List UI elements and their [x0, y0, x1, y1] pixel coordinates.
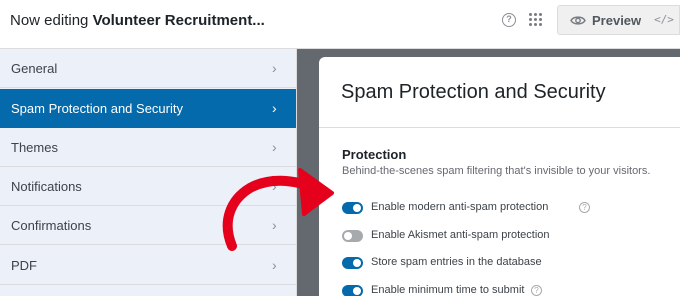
help-icon[interactable]: ?: [579, 202, 590, 213]
toggle-knob: [344, 232, 352, 240]
sidebar-item-spam-protection[interactable]: Spam Protection and Security ›: [0, 89, 296, 128]
toggle-knob: [353, 204, 361, 212]
option-modern-anti-spam: Enable modern anti-spam protection ?: [342, 200, 672, 216]
sidebar-item-general[interactable]: General ›: [0, 49, 296, 88]
sidebar-item-label: General: [11, 61, 58, 76]
section-description: Behind-the-scenes spam filtering that's …: [342, 165, 651, 177]
main-panel: Spam Protection and Security Protection …: [297, 49, 680, 296]
chevron-right-icon: ›: [272, 139, 277, 155]
toggle-switch[interactable]: [342, 257, 363, 269]
sidebar-item-label: Themes: [11, 140, 58, 155]
option-minimum-time: Enable minimum time to submit ?: [342, 283, 672, 296]
sidebar-item-themes[interactable]: Themes ›: [0, 128, 296, 167]
chevron-right-icon: ›: [272, 178, 277, 194]
form-name[interactable]: Volunteer Recruitment...: [93, 12, 265, 29]
settings-card: Spam Protection and Security Protection …: [319, 57, 680, 296]
toggle-knob: [353, 287, 361, 295]
help-icon[interactable]: ?: [502, 13, 516, 27]
sidebar-item-label: Notifications: [11, 179, 82, 194]
section-title: Protection: [342, 147, 407, 162]
help-icon[interactable]: ?: [531, 285, 542, 296]
chevron-right-icon: ›: [272, 217, 277, 233]
option-label: Enable modern anti-spam protection: [371, 201, 549, 213]
eye-icon: [570, 16, 586, 25]
divider: [319, 127, 680, 128]
toggle-switch[interactable]: [342, 230, 363, 242]
page-title: Spam Protection and Security: [341, 81, 606, 103]
preview-label: Preview: [592, 13, 642, 28]
chevron-right-icon: ›: [272, 257, 277, 273]
preview-button[interactable]: Preview: [557, 5, 650, 35]
toggle-knob: [353, 259, 361, 267]
sidebar-item-pdf[interactable]: PDF ›: [0, 246, 296, 285]
sidebar-item-notifications[interactable]: Notifications ›: [0, 167, 296, 206]
grid-dots-icon[interactable]: [529, 13, 543, 27]
editing-prefix: Now editing: [10, 12, 89, 29]
toggle-switch[interactable]: [342, 202, 363, 214]
chevron-right-icon: ›: [272, 100, 277, 116]
sidebar-item-label: Confirmations: [11, 218, 92, 233]
option-label: Enable minimum time to submit: [371, 284, 525, 296]
option-store-spam-entries: Store spam entries in the database: [342, 255, 672, 271]
sidebar-item-label: PDF: [11, 258, 37, 273]
code-embed-button[interactable]: </>: [649, 5, 680, 35]
sidebar-item-label: Spam Protection and Security: [11, 101, 183, 116]
toggle-switch[interactable]: [342, 285, 363, 296]
sidebar-item-confirmations[interactable]: Confirmations ›: [0, 206, 296, 245]
option-label: Store spam entries in the database: [371, 256, 542, 268]
top-bar: Now editing Volunteer Recruitment... ? P…: [0, 0, 680, 49]
settings-sidebar: General › Spam Protection and Security ›…: [0, 49, 297, 296]
chevron-right-icon: ›: [272, 60, 277, 76]
option-label: Enable Akismet anti-spam protection: [371, 229, 550, 241]
editing-title: Now editing Volunteer Recruitment...: [10, 12, 265, 29]
option-akismet: Enable Akismet anti-spam protection: [342, 228, 672, 244]
